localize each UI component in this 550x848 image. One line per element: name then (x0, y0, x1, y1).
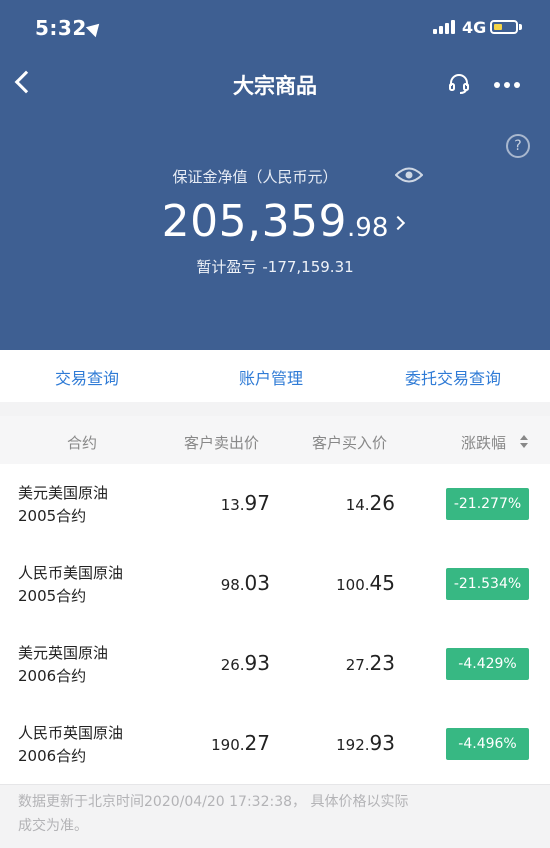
contract-name: 人民币美国原油 2005合约 (18, 564, 124, 605)
update-note: 数据更新于北京时间2020/04/20 17:32:38， 具体价格以实际 成交… (18, 794, 409, 834)
contract-name: 人民币英国原油 2006合约 (18, 724, 124, 765)
buy-price: 192.93 (336, 731, 395, 755)
order-query-link[interactable]: 委托交易查询 (405, 365, 501, 389)
pnl-value: -177,159.31 (262, 258, 354, 276)
buy-price: 27.23 (345, 651, 395, 675)
help-icon[interactable]: ? (506, 134, 530, 158)
change-badge: -4.429% (446, 648, 529, 680)
sell-price: 98.03 (220, 571, 270, 595)
balance[interactable]: 205,359.98 (0, 196, 550, 247)
pnl-label: 暂计盈亏 (196, 258, 257, 276)
trade-query-link[interactable]: 交易查询 (55, 365, 119, 389)
account-manage-link[interactable]: 账户管理 (239, 365, 303, 389)
table-row[interactable]: 人民币英国原油 2006合约 190.27 192.93 -4.496% (0, 704, 550, 785)
sort-icon[interactable] (520, 435, 528, 448)
buy-price: 14.26 (345, 491, 395, 515)
location-arrow-icon (85, 18, 105, 38)
contract-name: 美元美国原油 2005合约 (18, 484, 109, 525)
eye-icon[interactable] (395, 166, 423, 184)
sell-price: 190.27 (211, 731, 270, 755)
change-badge: -4.496% (446, 728, 529, 760)
action-bar: 交易查询 账户管理 委托交易查询 (0, 350, 550, 402)
header-buy-price: 客户买入价 (312, 434, 388, 452)
network-type: 4G (462, 18, 487, 37)
table-row[interactable]: 美元美国原油 2005合约 13.97 14.26 -21.277% (0, 464, 550, 545)
balance-integer: 205,359 (161, 196, 348, 247)
more-icon[interactable] (494, 82, 522, 88)
signal-icon (433, 20, 457, 34)
contract-name: 美元英国原油 2006合约 (18, 644, 109, 685)
contract-table: 合约 客户卖出价 客户买入价 涨跌幅 美元美国原油 2005合约 13.97 14… (0, 416, 550, 785)
header: 5:32 4G 大宗商品 ? 保证金净值（人民币元） 205,359.98 暂计… (0, 0, 550, 350)
battery-tip (519, 24, 522, 30)
pnl: 暂计盈亏 -177,159.31 (0, 256, 550, 277)
header-contract: 合约 (67, 434, 98, 452)
buy-price: 100.45 (336, 571, 395, 595)
header-change[interactable]: 涨跌幅 (461, 432, 506, 453)
table-header: 合约 客户卖出价 客户买入价 涨跌幅 (0, 416, 550, 465)
battery-icon (490, 20, 518, 34)
table-row[interactable]: 人民币美国原油 2005合约 98.03 100.45 -21.534% (0, 544, 550, 625)
status-bar: 5:32 4G (0, 0, 550, 60)
header-sell-price: 客户卖出价 (184, 434, 260, 452)
change-badge: -21.534% (446, 568, 529, 600)
balance-decimal: .98 (347, 213, 389, 243)
status-time: 5:32 (35, 16, 87, 40)
sell-price: 26.93 (220, 651, 270, 675)
sell-price: 13.97 (220, 491, 270, 515)
table-row[interactable]: 美元英国原油 2006合约 26.93 27.23 -4.429% (0, 624, 550, 705)
margin-label: 保证金净值（人民币元） (172, 168, 338, 186)
headset-icon[interactable] (448, 73, 470, 95)
change-badge: -21.277% (446, 488, 529, 520)
nav-bar: 大宗商品 (0, 60, 550, 110)
